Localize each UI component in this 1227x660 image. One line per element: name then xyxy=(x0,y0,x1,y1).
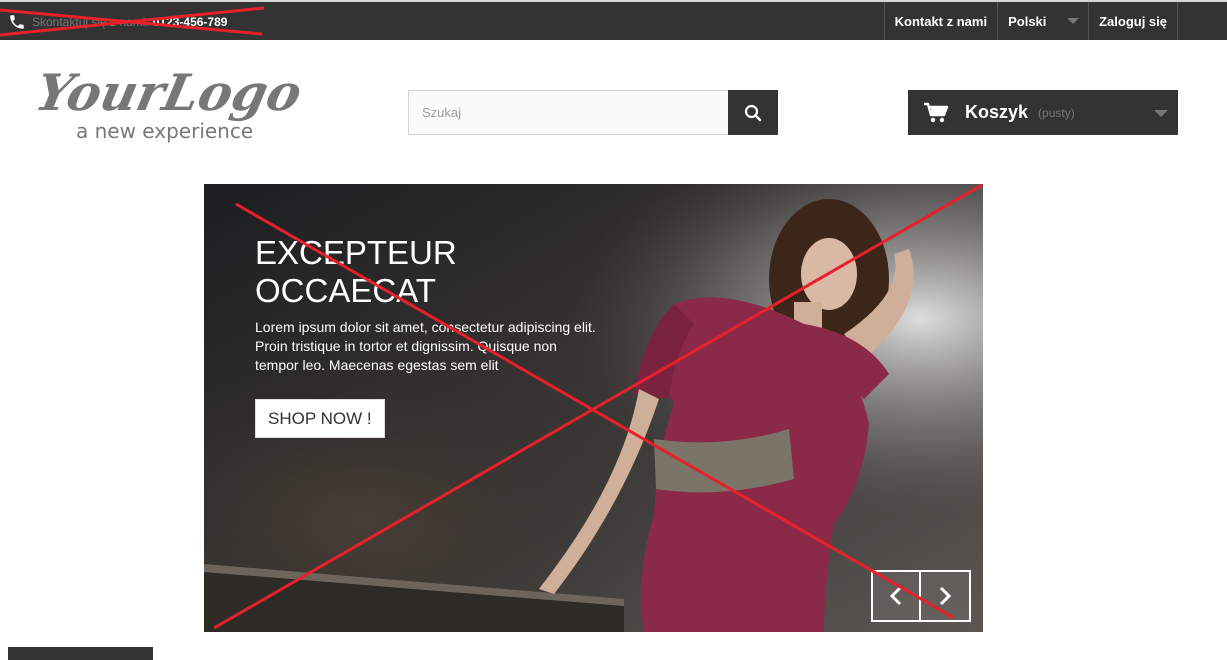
cart-icon xyxy=(924,102,949,122)
search-icon xyxy=(744,104,762,121)
slider-controls xyxy=(871,570,971,622)
phone-icon xyxy=(10,15,24,29)
slide-title-line-2: OCCAECAT xyxy=(255,272,436,309)
language-selector[interactable]: Polski xyxy=(997,2,1088,40)
slider-next-button[interactable] xyxy=(921,570,971,622)
bottom-bar xyxy=(8,647,153,660)
contact-label: Skontaktuj się z nami: xyxy=(32,15,149,29)
cart-button[interactable]: Koszyk (pusty) xyxy=(908,90,1178,135)
contact-phone: 0123-456-789 xyxy=(152,15,228,29)
search-button[interactable] xyxy=(728,90,778,135)
contact-us-link[interactable]: Kontakt z nami xyxy=(883,2,997,40)
top-bar: Skontaktuj się z nami: 0123-456-789 Kont… xyxy=(0,0,1227,40)
caret-down-icon xyxy=(1154,110,1168,117)
slide-title-line-1: EXCEPTEUR xyxy=(255,234,457,271)
slide-caption: EXCEPTEUR OCCAECAT Lorem ipsum dolor sit… xyxy=(255,234,600,438)
site-logo[interactable]: YourLogo a new experience xyxy=(32,58,322,148)
top-nav: Kontakt z nami Polski Zaloguj się xyxy=(883,2,1178,40)
homepage-slider[interactable]: EXCEPTEUR OCCAECAT Lorem ipsum dolor sit… xyxy=(204,184,983,632)
cart-label: Koszyk xyxy=(965,102,1029,122)
cart-status: (pusty) xyxy=(1038,105,1075,120)
logo-main-text: YourLogo xyxy=(32,64,307,122)
slider-prev-button[interactable] xyxy=(871,570,921,622)
contact-info: Skontaktuj się z nami: 0123-456-789 xyxy=(8,12,227,32)
slide-description: Lorem ipsum dolor sit amet, consectetur … xyxy=(255,319,596,373)
shop-now-button[interactable]: SHOP NOW ! xyxy=(255,399,385,438)
chevron-left-icon xyxy=(889,586,902,606)
search-form xyxy=(408,90,778,135)
login-link[interactable]: Zaloguj się xyxy=(1088,2,1178,40)
search-input[interactable] xyxy=(408,90,728,135)
caret-down-icon xyxy=(1067,18,1080,24)
language-label: Polski xyxy=(1008,13,1047,29)
logo-tagline: a new experience xyxy=(76,119,253,143)
chevron-right-icon xyxy=(939,586,952,606)
